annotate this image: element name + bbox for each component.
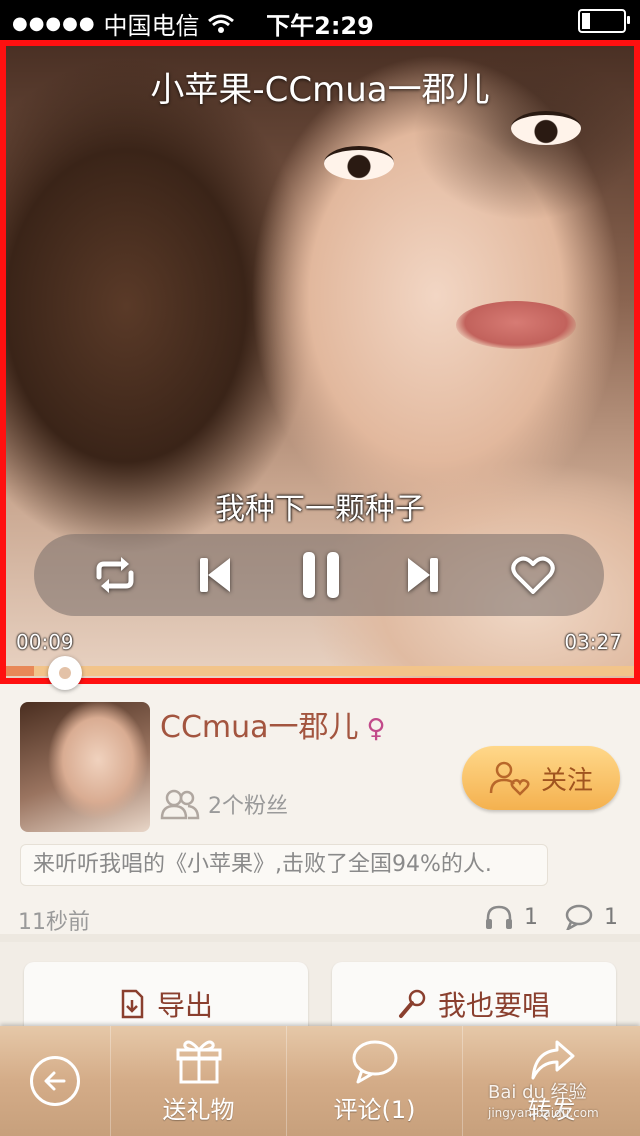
back-icon <box>30 1056 80 1106</box>
comment-label: 评论(1) <box>333 1095 416 1124</box>
heart-icon <box>511 556 555 594</box>
fans-label: 2个粉丝 <box>208 794 288 819</box>
follow-label: 关注 <box>540 765 593 796</box>
follow-user-icon <box>489 761 530 796</box>
export-label: 导出 <box>156 989 213 1022</box>
pause-button[interactable] <box>296 550 346 600</box>
microphone-icon <box>398 989 426 1018</box>
follow-button[interactable]: 关注 <box>462 746 620 810</box>
sing-too-label: 我也要唱 <box>437 989 550 1022</box>
avatar[interactable] <box>20 702 150 832</box>
comment-icon <box>352 1040 397 1083</box>
song-title: 小苹果-CCmua一郡儿 <box>150 70 490 110</box>
username-row[interactable]: CCmua一郡儿 ♀ <box>160 702 386 746</box>
playback-controls <box>34 534 604 616</box>
player-panel: 小苹果-CCmua一郡儿 我种下一颗种子 00:09 03:27 <box>0 40 640 684</box>
current-lyric: 我种下一颗种子 <box>215 492 425 527</box>
score-text: 来听听我唱的《小苹果》,击败了全国94%的人. <box>20 844 548 886</box>
progress-bar[interactable] <box>6 666 634 676</box>
baidu-watermark: Bai du 经验 jingyan.baidu.com <box>488 1078 599 1120</box>
next-button[interactable] <box>398 550 448 600</box>
status-time: 下午2:29 <box>266 12 374 40</box>
previous-button[interactable] <box>190 550 240 600</box>
status-bar: ●●●●● 中国电信 下午2:29 <box>0 0 640 40</box>
watermark-brand: Bai du 经验 <box>488 1082 587 1103</box>
cover-eye-left <box>324 146 394 180</box>
total-time: 03:27 <box>564 630 622 654</box>
watermark-url: jingyan.baidu.com <box>488 1106 599 1120</box>
send-gift-button[interactable]: 送礼物 <box>110 1026 286 1136</box>
comment-button[interactable]: 评论(1) <box>286 1026 462 1136</box>
progress-fill <box>6 666 35 676</box>
posted-time: 11秒前 <box>18 910 90 935</box>
listen-count: 1 <box>524 904 538 930</box>
gender-female-icon: ♀ <box>366 714 386 744</box>
current-time: 00:09 <box>16 630 74 654</box>
export-icon <box>121 989 144 1019</box>
cover-eye-right <box>511 111 581 145</box>
pause-icon <box>303 552 339 598</box>
back-button[interactable] <box>0 1026 110 1136</box>
comment-bubble-icon <box>565 904 593 930</box>
fans-count[interactable]: 2个粉丝 <box>160 788 288 820</box>
repeat-icon <box>96 557 134 593</box>
section-divider <box>0 934 640 942</box>
username[interactable]: CCmua一郡儿 <box>160 710 359 745</box>
favorite-button[interactable] <box>506 550 560 600</box>
headphones-icon <box>486 905 512 929</box>
comment-count: 1 <box>604 904 618 930</box>
send-gift-label: 送礼物 <box>162 1095 235 1124</box>
repeat-button[interactable] <box>88 550 142 600</box>
battery-icon <box>578 9 630 33</box>
cover-lips <box>456 301 576 349</box>
stats: 1 1 <box>484 904 618 930</box>
share-icon <box>531 1040 574 1079</box>
previous-icon <box>200 558 230 592</box>
fans-icon <box>160 789 200 820</box>
gift-icon <box>176 1040 221 1083</box>
next-icon <box>408 558 438 592</box>
progress-handle[interactable] <box>48 656 82 690</box>
